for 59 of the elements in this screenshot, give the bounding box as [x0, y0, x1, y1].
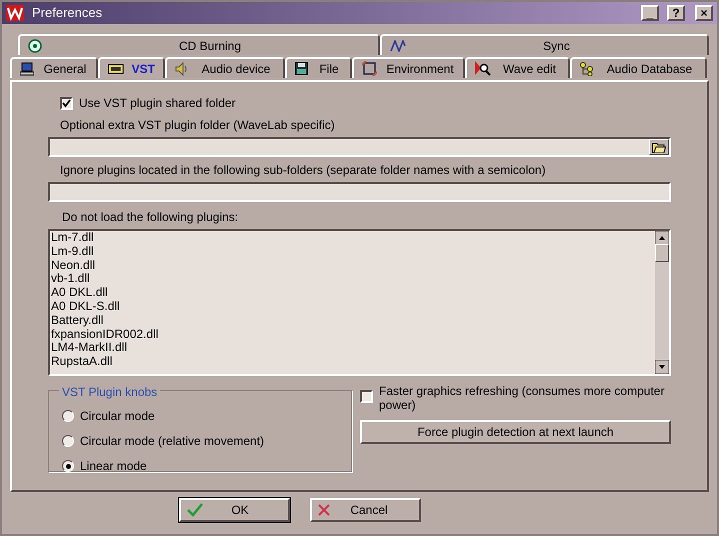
window-arrows-icon	[362, 61, 377, 76]
checkbox[interactable]	[360, 390, 373, 403]
radio-button[interactable]	[62, 460, 74, 472]
close-button[interactable]: ×	[695, 5, 713, 21]
field-label: Ignore plugins located in the following sub-folders (separate folder names with a semicolon)	[60, 162, 547, 179]
app-logo-icon	[6, 5, 24, 21]
folder-icon	[652, 142, 666, 152]
list-item[interactable]: Lm-9.dll	[51, 244, 655, 259]
list-item[interactable]: vb-1.dll	[51, 272, 655, 286]
floppy-icon	[295, 62, 308, 75]
magnifier-icon	[475, 61, 491, 76]
list-label: Do not load the following plugins:	[62, 209, 240, 226]
ok-button[interactable]: OK	[178, 498, 290, 522]
tab[interactable]: Audio Database	[570, 57, 707, 78]
field-label: Optional extra VST plugin folder (WaveLab specific)	[60, 117, 336, 134]
checkbox[interactable]	[60, 96, 73, 110]
tab[interactable]: VST	[98, 57, 165, 78]
tab[interactable]: File	[285, 57, 352, 78]
window-title: Preferences	[32, 4, 104, 22]
scroll-up-icon[interactable]	[655, 231, 669, 245]
computer-icon	[20, 62, 34, 76]
list-item[interactable]: Battery.dll	[51, 314, 655, 328]
folder-field[interactable]	[48, 137, 671, 157]
tab[interactable]: Audio device	[165, 57, 285, 78]
browse-button[interactable]	[649, 139, 669, 155]
checkbox-label: Use VST plugin shared folder	[79, 95, 236, 112]
list-item[interactable]: RupstaA.dll	[51, 355, 655, 369]
list-item[interactable]: Neon.dll	[51, 258, 655, 272]
scrollbar[interactable]	[655, 231, 669, 374]
cross-icon	[318, 504, 330, 516]
wave-icon	[390, 40, 406, 52]
tab[interactable]: Environment	[352, 57, 465, 78]
scroll-down-icon[interactable]	[655, 360, 669, 374]
tab[interactable]: CD Burning	[18, 34, 380, 55]
list-item[interactable]: LM4-MarkII.dll	[51, 341, 655, 356]
minimize-button[interactable]: _	[641, 5, 659, 21]
checkbox-label: Faster graphics refreshing (consumes more computer power)	[379, 384, 666, 412]
speaker-icon	[175, 62, 189, 76]
radio-button[interactable]	[62, 410, 74, 422]
list-item[interactable]: A0 DKL.dll	[51, 286, 655, 300]
list-item[interactable]: Lm-7.dll	[51, 231, 655, 245]
tab[interactable]: Sync	[380, 34, 709, 55]
subfolders-field[interactable]	[48, 182, 671, 202]
checkmark-icon	[186, 503, 202, 517]
force-detection-button[interactable]: Force plugin detection at next launch	[360, 420, 671, 444]
tree-icon	[580, 62, 594, 76]
scroll-thumb[interactable]	[655, 244, 669, 262]
list-item[interactable]: fxpansionIDR002.dll	[51, 328, 655, 342]
cancel-button[interactable]: Cancel	[310, 498, 420, 522]
radio-button[interactable]	[62, 435, 74, 447]
radio-label: Linear mode	[80, 458, 147, 475]
card-icon	[108, 64, 124, 74]
radio-label: Circular mode	[80, 408, 155, 425]
tab[interactable]: Wave edit	[465, 57, 570, 78]
tab[interactable]: General	[10, 57, 98, 78]
radio-label: Circular mode (relative movement)	[80, 433, 264, 450]
disc-icon	[28, 38, 42, 52]
list-item[interactable]: A0 DKL-S.dll	[51, 300, 655, 314]
help-button[interactable]: ?	[667, 5, 685, 21]
